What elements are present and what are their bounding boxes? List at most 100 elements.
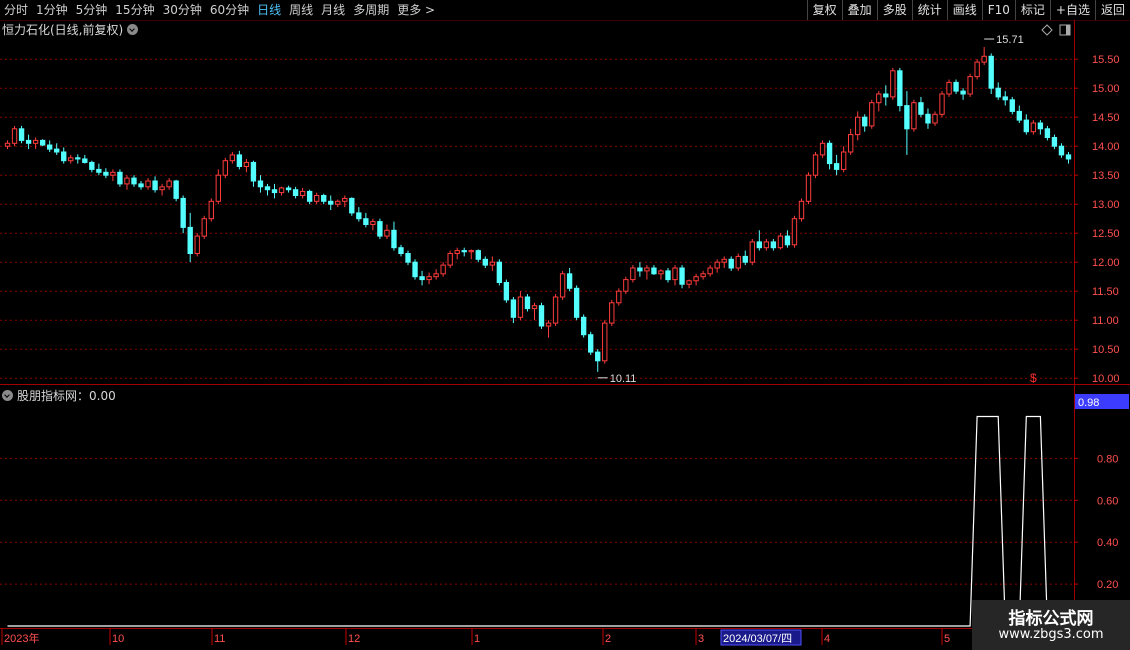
candle [595,349,601,372]
grid-layer [0,20,1130,629]
watermark-title: 指标公式网 [1008,609,1094,629]
candle [602,320,608,364]
candle [524,294,531,312]
candle-body [433,273,439,278]
candle-body [96,168,102,173]
candle [826,140,833,170]
candle [616,288,622,306]
candle-body [862,116,868,127]
candle-body [869,102,875,127]
chart-title-bar[interactable]: 恒力石化(日线,前复权) [2,21,139,38]
candle [138,181,144,190]
candle [960,88,966,100]
candle-body [398,247,404,254]
candle-body [489,261,496,266]
candle [306,189,313,205]
candle [658,269,664,280]
candle-body [609,302,615,324]
candle [749,239,755,266]
candle [201,215,207,239]
date-axis: 2023年 10 11 12 1 2 3 4 52024/03/07/四 [1,629,950,646]
candle [412,259,418,280]
candle [468,249,474,260]
candle [735,253,741,271]
candle-body [194,235,200,255]
candle-body [953,81,959,92]
date-tick-label: 4 [824,633,830,645]
candle [672,265,678,286]
price-tick-label: 14.00 [1092,141,1120,153]
candle [39,139,46,147]
candle-body [201,218,207,237]
candle-body [321,195,327,202]
price-tick-label: 10.50 [1092,344,1120,356]
candle-body [637,267,643,272]
candle [159,183,165,196]
indicator-tick-label: 0.80 [1097,453,1118,465]
candle-body [883,93,889,98]
candle-body [222,160,229,176]
candle [777,233,784,250]
candle-body [988,55,994,89]
candle [173,179,179,202]
candle-body [749,241,755,263]
dropdown-circle-icon[interactable] [2,390,13,401]
price-tick-label: 15.50 [1092,54,1120,66]
candle [953,79,959,94]
candle [89,160,95,173]
price-tick-label: 14.50 [1092,112,1120,124]
candle-body [538,305,545,327]
candle-body [117,171,123,185]
candle-body [1030,122,1037,133]
price-tick-label: 15.00 [1092,83,1120,95]
candle [573,285,580,321]
candle [61,147,67,164]
candle-body [299,190,306,197]
candle [4,140,11,150]
candle-body [855,116,861,136]
candle-body [805,174,812,202]
candle [278,186,285,196]
candle [897,67,903,112]
candle [271,183,278,199]
chart-canvas: 15.71 10.11 15.50 15.00 14.50 14.00 13.50 13.0… [0,20,1130,646]
candle-body [292,189,299,196]
candle-body [904,105,910,130]
candle-body [4,142,11,147]
candle-body [482,258,488,266]
candle [68,154,74,164]
candle [152,176,158,193]
candle-body [384,229,390,237]
candle-body [876,93,882,104]
candle-body [54,148,60,153]
candle-body [559,273,566,298]
candle-body [82,158,88,163]
price-tick-label: 11.50 [1092,286,1119,298]
candle [131,175,137,187]
candle-body [602,322,608,362]
candle-body [250,161,257,182]
candle-body [510,299,517,318]
candle [243,158,250,173]
candle-body [363,218,369,225]
candle [328,195,334,210]
candle [180,195,186,234]
candle [679,265,685,289]
candle [433,269,439,280]
candle-body [229,154,236,162]
candle [988,53,994,94]
candle [454,247,460,260]
candle-body [833,163,840,170]
candle [946,79,952,97]
indicator-tick-label: 0.40 [1097,537,1118,549]
candle-body [700,273,706,278]
candle [510,297,517,324]
dropdown-circle-icon[interactable] [127,24,139,35]
candle-body [152,180,158,191]
candle [588,331,594,355]
candle-body [595,351,601,362]
indicator-title-bar[interactable]: 股朋指标网：0.00 [2,387,116,404]
chart-title: 恒力石化(日线,前复权) [2,23,124,37]
candle-body [756,241,763,249]
candle-body [798,200,805,220]
